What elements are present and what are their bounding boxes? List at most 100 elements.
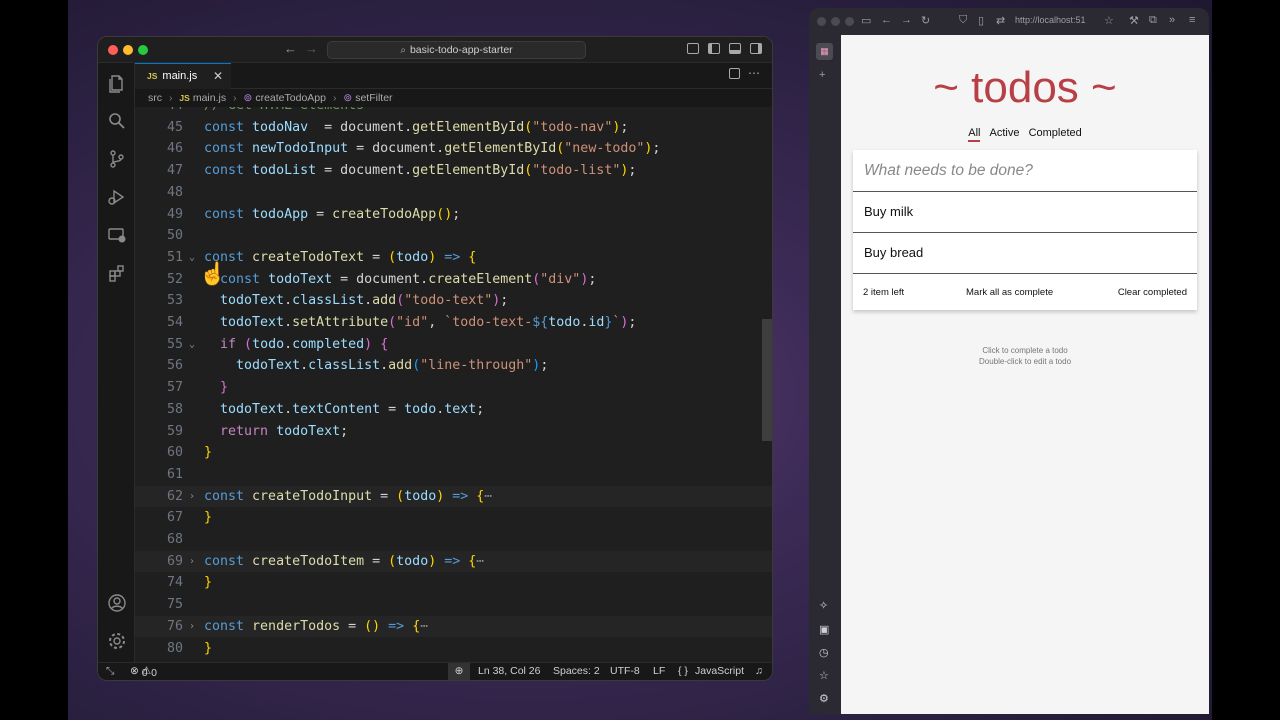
toggle-secondary-sidebar-icon[interactable] bbox=[750, 43, 762, 54]
mark-all-complete-button[interactable]: Mark all as complete bbox=[966, 287, 1053, 298]
code-line[interactable]: 53 todoText.classList.add("todo-text"); bbox=[135, 290, 772, 312]
code-line[interactable]: 75 bbox=[135, 594, 772, 616]
overflow-chevron-icon[interactable]: » bbox=[1169, 14, 1175, 26]
zoom-icon[interactable]: ⊕ bbox=[448, 663, 470, 680]
extensions-icon[interactable] bbox=[107, 263, 127, 283]
close-window-button[interactable] bbox=[817, 17, 826, 26]
menu-hamburger-icon[interactable]: ≡ bbox=[1189, 14, 1195, 26]
split-editor-icon[interactable] bbox=[729, 68, 740, 79]
language-mode[interactable]: JavaScript bbox=[695, 665, 744, 677]
filter-active[interactable]: Active bbox=[990, 127, 1020, 140]
account-icon[interactable] bbox=[107, 593, 127, 613]
ai-sparkle-icon[interactable]: ✧ bbox=[819, 599, 828, 612]
search-icon[interactable] bbox=[107, 111, 127, 131]
scrollbar-thumb[interactable] bbox=[762, 319, 772, 441]
maximize-window-button[interactable] bbox=[845, 17, 854, 26]
toggle-primary-sidebar-icon[interactable] bbox=[708, 43, 720, 54]
settings-gear-icon[interactable]: ⚙ bbox=[819, 692, 829, 705]
code-editor[interactable]: 80} 76 › const renderTodos = () => {⋯ 75 74} 6… bbox=[135, 107, 772, 662]
fold-collapse-chevron-icon[interactable]: ⌄ bbox=[189, 334, 199, 356]
breadcrumb-file[interactable]: main.js bbox=[193, 92, 226, 104]
fold-expand-chevron-icon[interactable]: › bbox=[189, 551, 199, 573]
copilot-layout-icon[interactable] bbox=[687, 43, 699, 54]
close-window-button[interactable] bbox=[108, 45, 118, 55]
manage-gear-icon[interactable] bbox=[107, 631, 127, 651]
code-line[interactable]: 61 bbox=[135, 464, 772, 486]
code-line[interactable]: 62 › const createTodoInput = (todo) => {⋯ bbox=[135, 485, 772, 508]
problems-indicator[interactable]: ⊗ 0 ⚠ 0 bbox=[130, 665, 157, 679]
code-line[interactable]: 46 const newTodoInput = document.getEleme… bbox=[135, 138, 772, 160]
bookmark-star-icon[interactable]: ☆ bbox=[1104, 14, 1114, 27]
fold-collapse-chevron-icon[interactable]: ⌄ bbox=[189, 247, 199, 269]
bookmarks-star-icon[interactable]: ☆ bbox=[819, 669, 829, 682]
code-line[interactable]: 48 bbox=[135, 182, 772, 204]
close-tab-icon[interactable]: ✕ bbox=[213, 64, 223, 88]
code-line[interactable]: 59 return todoText; bbox=[135, 421, 772, 443]
sidebar-toggle-icon[interactable]: ▭ bbox=[861, 14, 871, 27]
fold-expand-chevron-icon[interactable]: › bbox=[189, 616, 199, 638]
command-center-search[interactable]: ⌕ basic-todo-app-starter bbox=[327, 41, 586, 59]
back-arrow-icon[interactable]: ← bbox=[881, 14, 892, 26]
code-line[interactable]: 54 todoText.setAttribute("id", `todo-tex… bbox=[135, 312, 772, 334]
remote-indicator-icon[interactable]: ⤡ bbox=[106, 665, 114, 678]
code-line[interactable]: 68 bbox=[135, 529, 772, 551]
tools-wrench-icon[interactable]: ⚒ bbox=[1129, 14, 1139, 27]
code-line[interactable]: 52 const todoText = document.createEleme… bbox=[135, 269, 772, 291]
end-of-line[interactable]: LF bbox=[653, 665, 665, 677]
source-control-icon[interactable] bbox=[107, 149, 127, 169]
new-tab-plus-icon[interactable]: + bbox=[819, 69, 825, 81]
code-line[interactable]: 50 bbox=[135, 225, 772, 247]
code-line[interactable]: 49 const todoApp = createTodoApp(); bbox=[135, 204, 772, 226]
code-line[interactable]: 51 ⌄ const createTodoText = (todo) => { bbox=[135, 247, 772, 269]
permissions-icon[interactable]: ⇄ bbox=[996, 14, 1005, 27]
save-icon[interactable]: ▣ bbox=[819, 623, 829, 636]
encoding[interactable]: UTF-8 bbox=[610, 665, 640, 677]
editor-scrollbar[interactable] bbox=[762, 107, 772, 662]
code-line[interactable]: 47 const todoList = document.getElementBy… bbox=[135, 160, 772, 182]
remote-explorer-icon[interactable] bbox=[107, 225, 127, 245]
line-number: 76 bbox=[166, 618, 183, 634]
code-line[interactable]: 44 // Get HTML elements bbox=[135, 107, 772, 117]
forward-arrow-icon[interactable]: → bbox=[305, 41, 318, 56]
tab-favicon-icon[interactable]: ▦ bbox=[816, 43, 833, 60]
code-line[interactable]: 58 todoText.textContent = todo.text; bbox=[135, 399, 772, 421]
code-line[interactable]: 80} bbox=[135, 638, 772, 660]
back-arrow-icon[interactable]: ← bbox=[284, 41, 297, 56]
code-line[interactable]: 45 const todoNav = document.getElementByI… bbox=[135, 117, 772, 139]
breadcrumb-folder[interactable]: src bbox=[148, 92, 162, 104]
code-line[interactable]: 69 › const createTodoItem = (todo) => {⋯ bbox=[135, 550, 772, 573]
maximize-window-button[interactable] bbox=[138, 45, 148, 55]
code-line[interactable]: 67} bbox=[135, 507, 772, 529]
todo-item[interactable]: Buy milk bbox=[853, 192, 1197, 233]
breadcrumb-symbol[interactable]: setFilter bbox=[355, 92, 392, 104]
code-line[interactable]: 74} bbox=[135, 572, 772, 594]
url-bar[interactable]: http://localhost:51 bbox=[1015, 15, 1086, 25]
forward-arrow-icon[interactable]: → bbox=[901, 14, 912, 26]
code-line[interactable]: 60} bbox=[135, 442, 772, 464]
shield-icon[interactable]: ⛉ bbox=[959, 14, 967, 27]
minimize-window-button[interactable] bbox=[123, 45, 133, 55]
toggle-panel-icon[interactable] bbox=[729, 43, 741, 54]
code-line[interactable]: 76 › const renderTodos = () => {⋯ bbox=[135, 615, 772, 638]
run-debug-icon[interactable] bbox=[107, 187, 127, 207]
tab-main-js[interactable]: JS main.js ✕ bbox=[135, 63, 231, 89]
extensions-icon[interactable]: ⧉ bbox=[1149, 14, 1157, 27]
indentation[interactable]: Spaces: 2 bbox=[553, 665, 600, 677]
cursor-position[interactable]: Ln 38, Col 26 bbox=[478, 665, 540, 677]
notifications-bell-icon[interactable]: ♫ bbox=[755, 665, 763, 677]
reload-icon[interactable]: ↻ bbox=[921, 14, 930, 27]
minimize-window-button[interactable] bbox=[831, 17, 840, 26]
explorer-icon[interactable] bbox=[107, 73, 127, 93]
code-line[interactable]: 57 } bbox=[135, 377, 772, 399]
filter-all[interactable]: All bbox=[968, 127, 981, 142]
breadcrumb-symbol[interactable]: createTodoApp bbox=[255, 92, 326, 104]
filter-completed[interactable]: Completed bbox=[1029, 127, 1082, 140]
history-clock-icon[interactable]: ◷ bbox=[819, 646, 829, 659]
more-actions-icon[interactable]: ⋯ bbox=[748, 66, 760, 80]
code-line[interactable]: 55 ⌄ if (todo.completed) { bbox=[135, 334, 772, 356]
code-line[interactable]: 56 todoText.classList.add("line-through"… bbox=[135, 355, 772, 377]
clear-completed-button[interactable]: Clear completed bbox=[1118, 287, 1187, 298]
fold-expand-chevron-icon[interactable]: › bbox=[189, 486, 199, 508]
todo-item[interactable]: Buy bread bbox=[853, 233, 1197, 274]
new-todo-input[interactable]: What needs to be done? bbox=[853, 150, 1197, 192]
